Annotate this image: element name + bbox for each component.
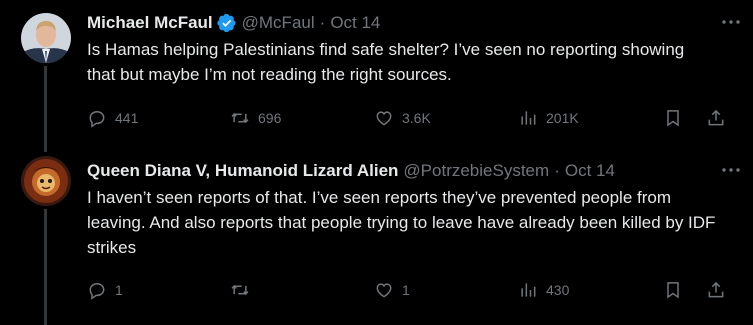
retweet-button[interactable] (230, 276, 258, 304)
more-options-icon[interactable] (719, 160, 743, 180)
author-name[interactable]: Queen Diana V, Humanoid Lizard Alien (87, 161, 398, 181)
tweet-text: Is Hamas helping Palestinians find safe … (87, 40, 685, 84)
views-button[interactable]: 430 (518, 276, 569, 304)
analytics-icon (521, 283, 536, 297)
heart-icon (376, 283, 392, 298)
reply-count: 441 (115, 110, 139, 126)
reply-icon (89, 282, 105, 300)
bookmark-button[interactable] (663, 276, 683, 304)
view-count: 430 (546, 282, 570, 298)
analytics-icon (521, 111, 536, 125)
retweet-icon (231, 112, 249, 124)
avatar-mcfaul[interactable] (21, 13, 71, 63)
reply-button[interactable]: 441 (87, 104, 138, 132)
timestamp[interactable]: Oct 14 (330, 13, 380, 33)
author-name[interactable]: Michael McFaul (87, 13, 213, 33)
tweet-text: I haven’t seen reports of that. I’ve see… (87, 188, 716, 257)
retweet-button[interactable]: 696 (230, 104, 281, 132)
author-handle[interactable]: @McFaul (242, 13, 315, 33)
share-icon (708, 109, 724, 126)
separator-dot: · (319, 13, 326, 32)
avatar-queen-diana[interactable] (21, 156, 71, 206)
separator-dot: · (554, 161, 560, 180)
heart-icon (376, 111, 392, 126)
like-count: 3.6K (402, 110, 431, 126)
verified-badge-icon (217, 13, 237, 33)
like-count: 1 (402, 282, 410, 298)
more-options-icon[interactable] (719, 12, 743, 32)
reply-icon (89, 110, 105, 128)
tweet-header: Queen Diana V, Humanoid Lizard Alien @Po… (87, 160, 739, 182)
share-button[interactable] (706, 276, 726, 304)
author-handle[interactable]: @PotrzebieSystem (403, 161, 549, 181)
bookmark-icon (667, 282, 679, 299)
retweet-count: 696 (258, 110, 282, 126)
tweet-2[interactable]: Queen Diana V, Humanoid Lizard Alien @Po… (0, 152, 753, 325)
reply-button[interactable]: 1 (87, 276, 123, 304)
share-button[interactable] (706, 104, 726, 132)
bookmark-button[interactable] (663, 104, 683, 132)
timestamp[interactable]: Oct 14 (565, 161, 615, 181)
tweet-1[interactable]: Michael McFaul @McFaul · Oct 14 Is Hamas… (0, 0, 753, 152)
reply-count: 1 (115, 282, 123, 298)
bookmark-icon (667, 110, 679, 127)
action-bar: 1 1 430 (87, 276, 739, 304)
tweet-header: Michael McFaul @McFaul · Oct 14 (87, 12, 739, 34)
retweet-icon (231, 284, 249, 296)
share-icon (708, 281, 724, 298)
views-button[interactable]: 201K (518, 104, 579, 132)
like-button[interactable]: 1 (374, 276, 410, 304)
view-count: 201K (546, 110, 579, 126)
thread-line (44, 209, 47, 325)
thread-line (44, 66, 47, 152)
like-button[interactable]: 3.6K (374, 104, 431, 132)
action-bar: 441 696 3.6K 201K (87, 104, 739, 132)
